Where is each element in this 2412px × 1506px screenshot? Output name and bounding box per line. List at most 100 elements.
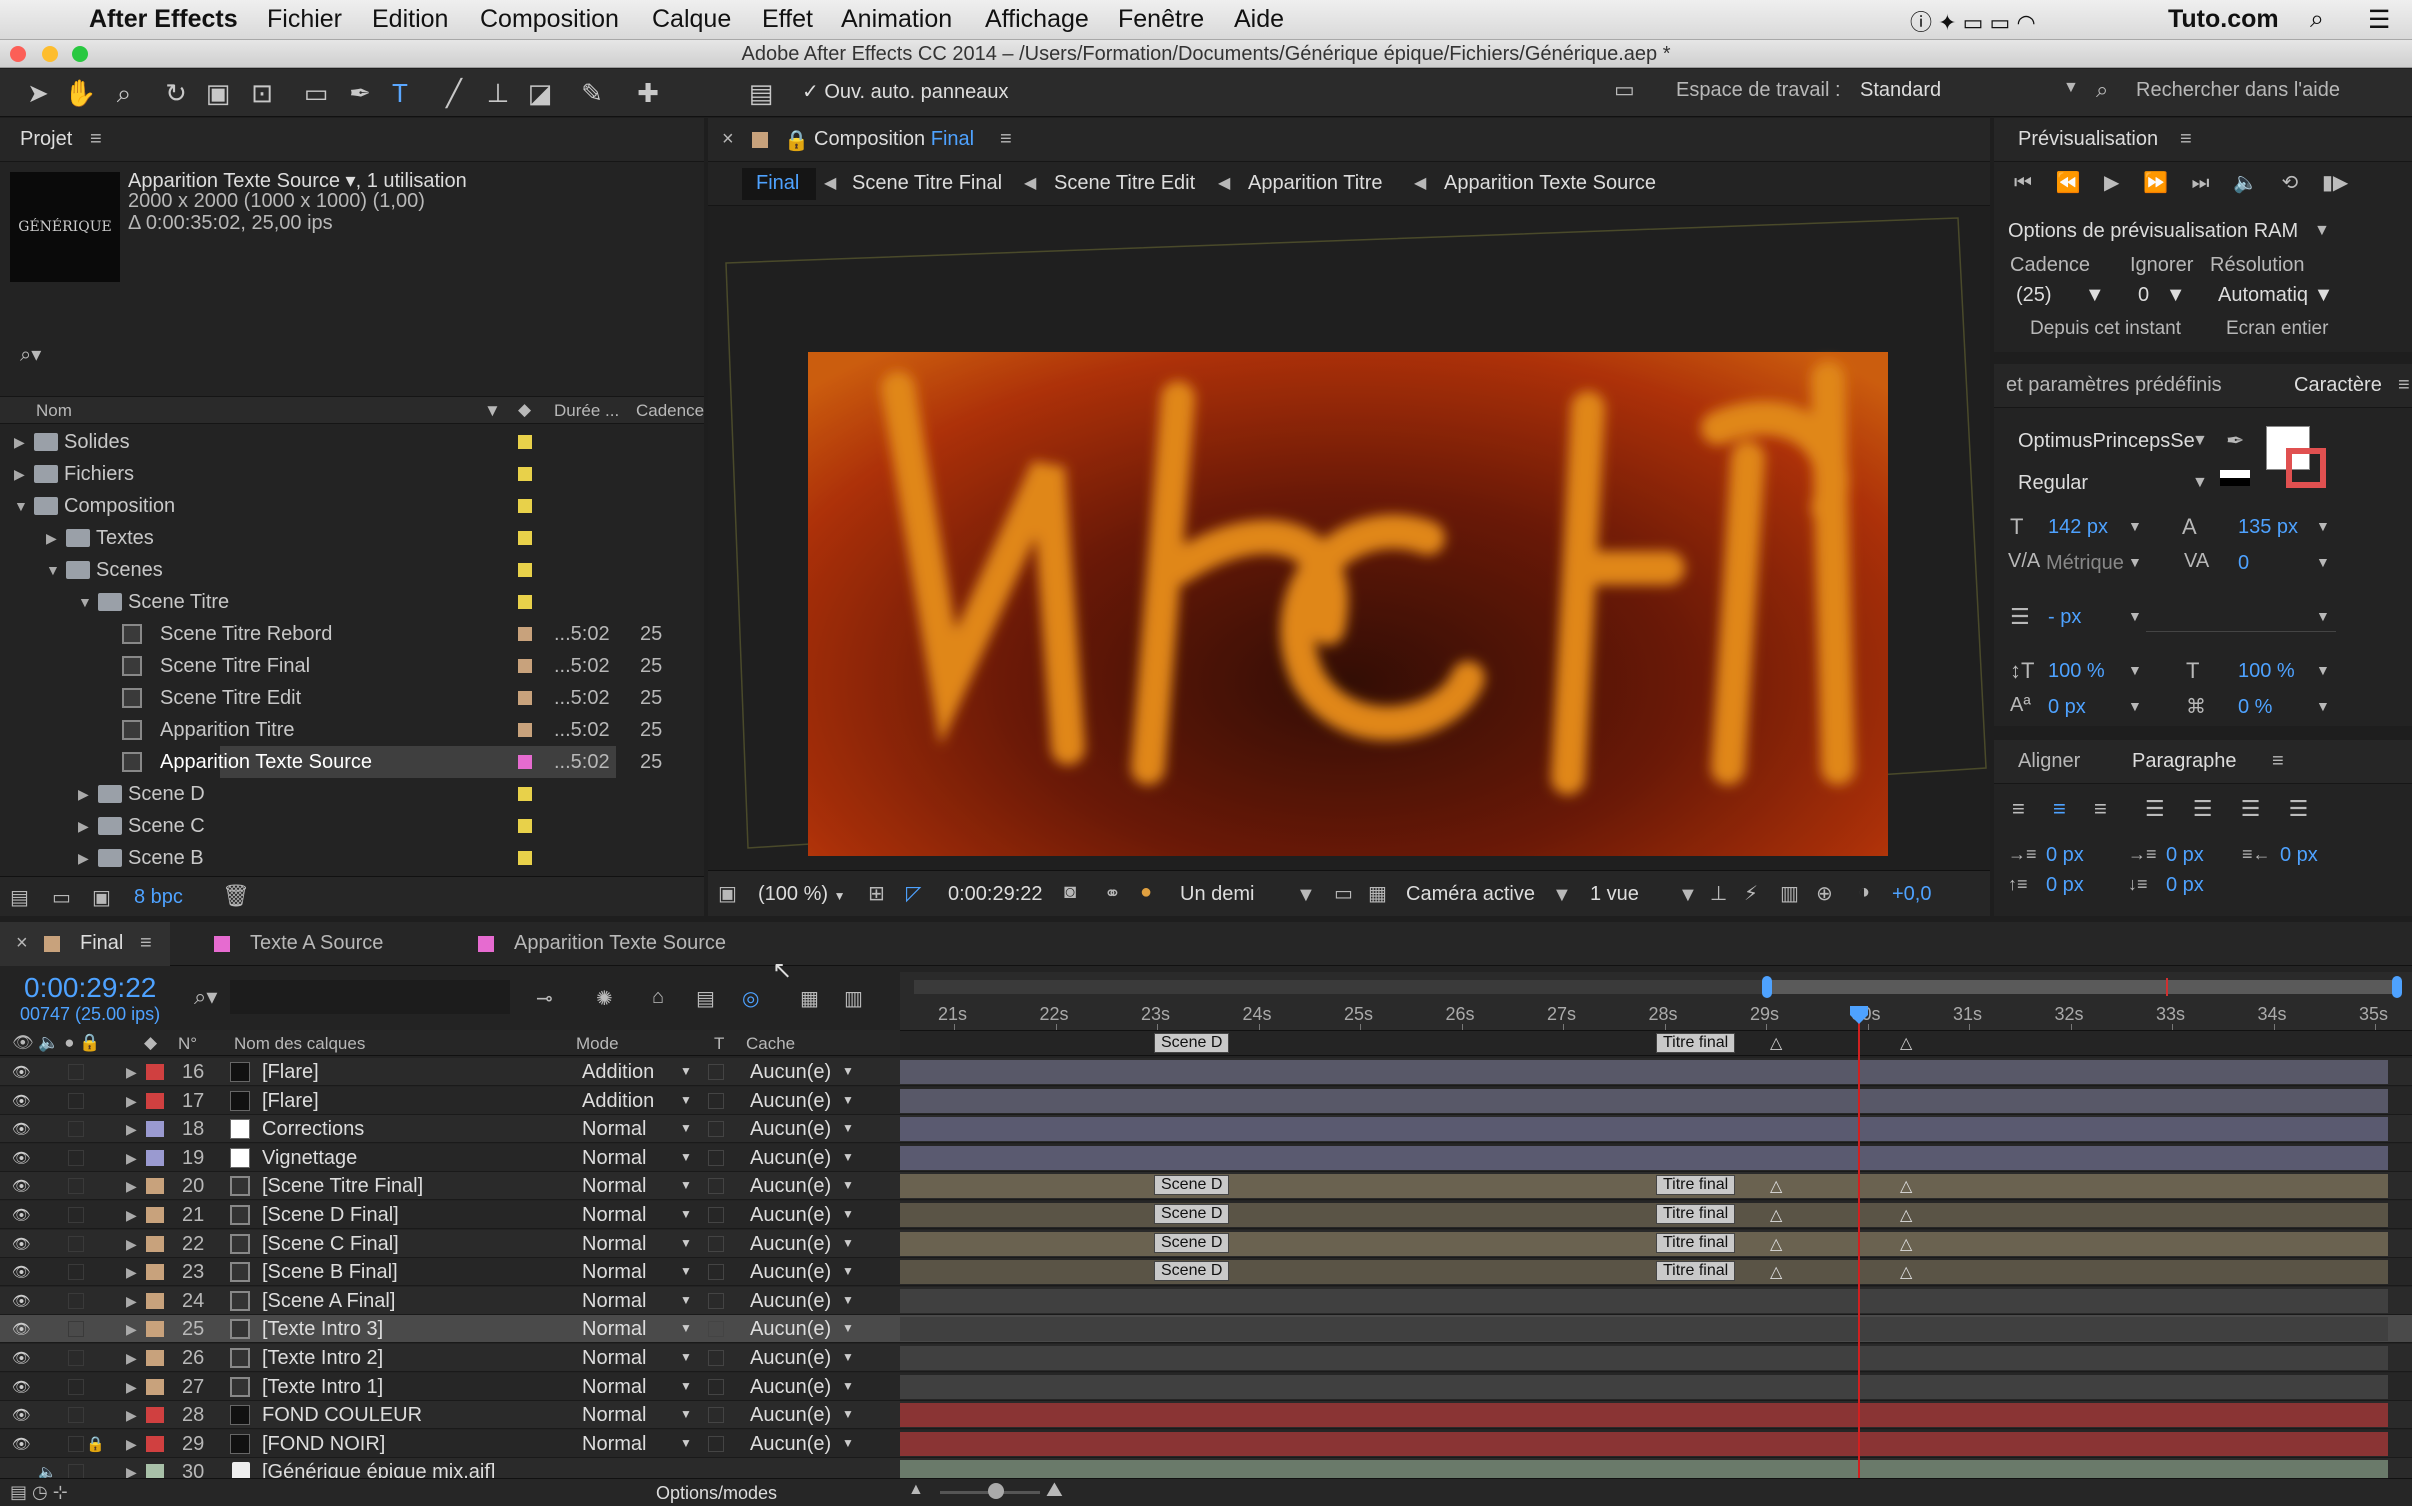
- project-item[interactable]: Apparition Texte Source ...5:02 25: [0, 746, 704, 778]
- preserve-transparency-toggle[interactable]: [708, 1207, 724, 1223]
- blend-mode-select[interactable]: Normal: [582, 1118, 646, 1141]
- crumb-scene-titre-final[interactable]: Scene Titre Final: [852, 172, 1002, 195]
- track-matte-select[interactable]: Aucun(e): [750, 1433, 831, 1456]
- solo-toggle[interactable]: [68, 1149, 84, 1166]
- label-swatch[interactable]: [518, 787, 532, 801]
- views-dropdown-icon[interactable]: ▼: [1678, 884, 1698, 907]
- menu-composition[interactable]: Composition: [480, 5, 619, 34]
- project-item[interactable]: ▶ Scene D: [0, 778, 704, 810]
- panel-menu-icon[interactable]: ≡: [140, 932, 152, 955]
- hscale-dropdown-icon[interactable]: ▼: [2316, 662, 2330, 678]
- marker-triangle-icon[interactable]: △: [1770, 1262, 1782, 1282]
- size-dropdown-icon[interactable]: ▼: [2128, 518, 2142, 534]
- layer-duration-bar[interactable]: [900, 1060, 2388, 1084]
- tab-projet[interactable]: Projet: [20, 128, 72, 151]
- status-icons[interactable]: ⓘ ✦ ▭ ▭ ◠: [1910, 5, 2036, 37]
- label-swatch[interactable]: [518, 691, 532, 705]
- eye-icon[interactable]: 👁: [12, 1349, 32, 1367]
- clone-tool-icon[interactable]: ⊥: [482, 77, 514, 109]
- solo-toggle[interactable]: [68, 1378, 84, 1395]
- menu-aide[interactable]: Aide: [1234, 5, 1284, 34]
- matte-dropdown-icon[interactable]: ▼: [842, 1064, 854, 1078]
- camera-select[interactable]: Caméra active: [1406, 883, 1535, 906]
- project-search[interactable]: ⌕▾: [0, 340, 704, 370]
- indent-right-value[interactable]: 0 px: [2280, 844, 2318, 867]
- hand-tool-icon[interactable]: ✋: [64, 77, 96, 109]
- blend-mode-select[interactable]: Normal: [582, 1175, 646, 1198]
- eye-icon[interactable]: 👁: [12, 1263, 32, 1281]
- blend-mode-select[interactable]: Addition: [582, 1090, 654, 1113]
- layer-marker-scene-d[interactable]: Scene D: [1154, 1261, 1230, 1282]
- preserve-transparency-toggle[interactable]: [708, 1350, 724, 1366]
- layer-name[interactable]: [Flare]: [262, 1061, 319, 1084]
- tab-final[interactable]: Final: [80, 932, 123, 955]
- mode-dropdown-icon[interactable]: ▼: [680, 1407, 692, 1421]
- justify-all-icon[interactable]: ☰: [2288, 796, 2308, 821]
- kerning-dropdown-icon[interactable]: ▼: [2128, 554, 2142, 570]
- track-matte-select[interactable]: Aucun(e): [750, 1376, 831, 1399]
- track-matte-select[interactable]: Aucun(e): [750, 1061, 831, 1084]
- layer-duration-bar[interactable]: [900, 1203, 2388, 1227]
- menu-app-name[interactable]: After Effects: [89, 5, 238, 34]
- layer-label-swatch[interactable]: [146, 1350, 164, 1366]
- col-number[interactable]: N°: [178, 1034, 197, 1054]
- panel-menu-icon[interactable]: ≡: [2180, 128, 2192, 151]
- align-right-icon[interactable]: ≡: [2094, 796, 2107, 821]
- eye-icon[interactable]: 👁: [12, 1092, 32, 1110]
- eye-icon[interactable]: 👁: [12, 1292, 32, 1310]
- layer-label-swatch[interactable]: [146, 1207, 164, 1223]
- project-item[interactable]: Scene Titre Rebord ...5:02 25: [0, 618, 704, 650]
- font-style-select[interactable]: Regular: [2018, 472, 2088, 495]
- chevron-right-icon[interactable]: ▶: [78, 850, 89, 867]
- ram-dropdown-icon[interactable]: ▼: [2314, 222, 2330, 240]
- layer-label-swatch[interactable]: [146, 1264, 164, 1281]
- blend-mode-select[interactable]: Normal: [582, 1290, 646, 1313]
- style-dropdown-icon[interactable]: ▼: [2192, 474, 2208, 492]
- project-item[interactable]: ▼ Scenes: [0, 554, 704, 586]
- menu-fenetre[interactable]: Fenêtre: [1118, 5, 1204, 34]
- label-swatch[interactable]: [518, 435, 532, 449]
- zoom-in-icon[interactable]: ⛰: [1046, 1479, 1063, 1502]
- preserve-transparency-toggle[interactable]: [708, 1435, 724, 1452]
- matte-dropdown-icon[interactable]: ▼: [842, 1379, 854, 1393]
- roi-icon[interactable]: ▭: [1334, 881, 1353, 906]
- horizontal-scale-value[interactable]: 100 %: [2238, 660, 2295, 683]
- work-area-end-handle[interactable]: [2392, 976, 2402, 998]
- marker-triangle-icon[interactable]: △: [1770, 1234, 1782, 1254]
- tab-previsualisation[interactable]: Prévisualisation: [2018, 128, 2158, 151]
- marker-triangle-icon[interactable]: △: [1770, 1205, 1782, 1225]
- layer-row[interactable]: 👁 ▶ 21 [Scene D Final] Normal ▼ Aucun(e) ▼ Scene…: [0, 1201, 2412, 1229]
- project-item[interactable]: Apparition Titre ...5:02 25: [0, 714, 704, 746]
- text-tool-icon[interactable]: T: [384, 77, 416, 109]
- label-swatch[interactable]: [518, 723, 532, 737]
- layer-name[interactable]: [Texte Intro 2]: [262, 1347, 383, 1370]
- project-item[interactable]: ▼ Composition: [0, 490, 704, 522]
- solo-toggle[interactable]: [68, 1092, 84, 1109]
- justify-center-icon[interactable]: ☰: [2193, 796, 2213, 821]
- track-matte-select[interactable]: Aucun(e): [750, 1347, 831, 1370]
- label-swatch[interactable]: [518, 595, 532, 609]
- label-swatch[interactable]: [518, 851, 532, 865]
- eye-icon[interactable]: 👁: [12, 1378, 32, 1396]
- layer-marker-scene-d[interactable]: Scene D: [1154, 1175, 1230, 1196]
- channel-icon[interactable]: ●: [1140, 881, 1152, 904]
- label-swatch[interactable]: [518, 627, 532, 641]
- zoom-tool-icon[interactable]: ⌕: [108, 77, 140, 109]
- flowchart-icon[interactable]: ⊕: [1816, 881, 1833, 906]
- solo-toggle[interactable]: [68, 1235, 84, 1252]
- tracking-dropdown-icon[interactable]: ▼: [2316, 554, 2330, 570]
- layer-row[interactable]: 👁 ▶ 27 [Texte Intro 1] Normal ▼ Aucun(e) ▼: [0, 1372, 2412, 1401]
- layer-marker-titre-final[interactable]: Titre final: [1656, 1232, 1736, 1253]
- workspace-select[interactable]: Standard: [1860, 79, 1941, 102]
- layer-label-swatch[interactable]: [146, 1235, 164, 1252]
- project-item[interactable]: ▼ Scene Titre: [0, 586, 704, 618]
- layer-label-swatch[interactable]: [146, 1064, 164, 1080]
- zoom-select[interactable]: (100 %) ▼: [758, 883, 845, 906]
- chevron-right-icon[interactable]: ▶: [126, 1293, 137, 1310]
- cadence-select[interactable]: (25) ▼: [2016, 284, 2105, 307]
- layer-row[interactable]: 👁 ▶ 22 [Scene C Final] Normal ▼ Aucun(e) ▼ Scene…: [0, 1229, 2412, 1258]
- layer-label-swatch[interactable]: [146, 1321, 164, 1338]
- transparency-icon[interactable]: ▦: [1368, 881, 1387, 906]
- layer-duration-bar[interactable]: [900, 1088, 2388, 1113]
- indent-left-value[interactable]: 0 px: [2046, 844, 2084, 867]
